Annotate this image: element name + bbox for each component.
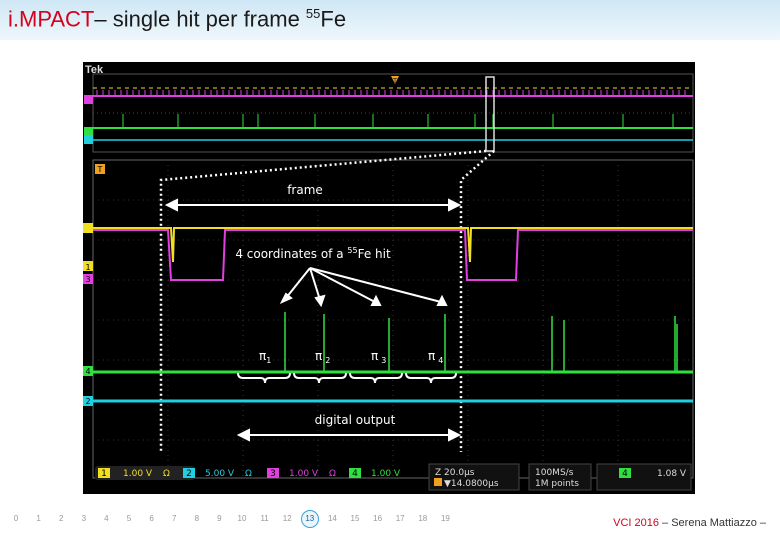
slide-nav-4[interactable]: 4 bbox=[97, 510, 115, 528]
svg-text:▼14.0800µs: ▼14.0800µs bbox=[444, 479, 499, 489]
slide-nav-10[interactable]: 10 bbox=[233, 510, 251, 528]
svg-text:2: 2 bbox=[186, 469, 192, 479]
title-accent: i.MPACT bbox=[8, 6, 95, 32]
slide-nav-9[interactable]: 9 bbox=[210, 510, 228, 528]
svg-text:1M points: 1M points bbox=[535, 479, 579, 489]
svg-text:100MS/s: 100MS/s bbox=[535, 468, 574, 478]
slide-nav-3[interactable]: 3 bbox=[75, 510, 93, 528]
svg-text:1: 1 bbox=[101, 469, 107, 479]
svg-text:Ω: Ω bbox=[245, 469, 252, 479]
slide-nav-5[interactable]: 5 bbox=[120, 510, 138, 528]
title-rest: – single hit per frame bbox=[94, 6, 306, 32]
svg-text:3: 3 bbox=[270, 469, 276, 479]
svg-text:4: 4 bbox=[622, 469, 628, 479]
slide-nav-6[interactable]: 6 bbox=[143, 510, 161, 528]
slide-nav-7[interactable]: 7 bbox=[165, 510, 183, 528]
coords-sup: 55 bbox=[347, 246, 357, 255]
digital-output-label: digital output bbox=[315, 413, 396, 427]
ch4-marker: 4 bbox=[85, 367, 90, 376]
slide-navigation: 0 1 2 3 4 5 6 7 8 9 10 11 12 13 14 15 16 17 18 19 bbox=[0, 510, 480, 534]
footer-author: – Serena Mattiazzo – bbox=[658, 517, 766, 529]
coords-prefix: 4 coordinates of a bbox=[235, 247, 347, 261]
svg-text:1.08 V: 1.08 V bbox=[657, 469, 687, 479]
footer-conference: VCI 2016 bbox=[613, 517, 659, 529]
slide-nav-16[interactable]: 16 bbox=[369, 510, 387, 528]
slide-nav-15[interactable]: 15 bbox=[346, 510, 364, 528]
slide-footer: VCI 2016 – Serena Mattiazzo – bbox=[613, 517, 766, 529]
svg-text:5.00 V: 5.00 V bbox=[205, 469, 235, 479]
svg-text:Z 20.0µs: Z 20.0µs bbox=[435, 468, 475, 478]
svg-text:Ω: Ω bbox=[163, 469, 170, 479]
slide-nav-2[interactable]: 2 bbox=[52, 510, 70, 528]
title-superscript: 55 bbox=[305, 6, 321, 21]
trigger-marker-zoom: T bbox=[97, 165, 103, 174]
slide-nav-1[interactable]: 1 bbox=[30, 510, 48, 528]
svg-text:1.00 V: 1.00 V bbox=[123, 469, 153, 479]
oscilloscope-screenshot: Tek T frame 4 coordinates of a 55Fe hit … bbox=[83, 62, 695, 494]
coords-suffix: Fe hit bbox=[358, 247, 391, 261]
svg-text:1.00 V: 1.00 V bbox=[289, 469, 319, 479]
title-element: Fe bbox=[320, 6, 347, 32]
trigger-marker-top: T bbox=[392, 77, 398, 85]
oscilloscope-display: T frame 4 coordinates of a 55Fe hit digi… bbox=[83, 73, 694, 491]
ch2-marker: 2 bbox=[85, 397, 90, 406]
frame-label: frame bbox=[287, 183, 323, 197]
slide-header: i.MPACT– single hit per frame 55Fe bbox=[0, 0, 780, 40]
slide-nav-17[interactable]: 17 bbox=[391, 510, 409, 528]
svg-text:1.00 V: 1.00 V bbox=[371, 469, 401, 479]
slide-nav-0[interactable]: 0 bbox=[7, 510, 25, 528]
slide-nav-13[interactable]: 13 bbox=[300, 510, 319, 528]
svg-text:Ω: Ω bbox=[329, 469, 336, 479]
ch1-marker: 1 bbox=[85, 263, 90, 272]
slide-nav-8[interactable]: 8 bbox=[188, 510, 206, 528]
svg-text:4: 4 bbox=[352, 469, 358, 479]
slide-nav-11[interactable]: 11 bbox=[256, 510, 274, 528]
slide-nav-18[interactable]: 18 bbox=[414, 510, 432, 528]
slide-nav-19[interactable]: 19 bbox=[436, 510, 454, 528]
slide-title: i.MPACT– single hit per frame 55Fe bbox=[8, 6, 346, 32]
ch3-marker: 3 bbox=[85, 275, 90, 284]
coordinates-label: 4 coordinates of a 55Fe hit bbox=[235, 246, 391, 261]
slide-nav-12[interactable]: 12 bbox=[278, 510, 296, 528]
slide-nav-14[interactable]: 14 bbox=[323, 510, 341, 528]
